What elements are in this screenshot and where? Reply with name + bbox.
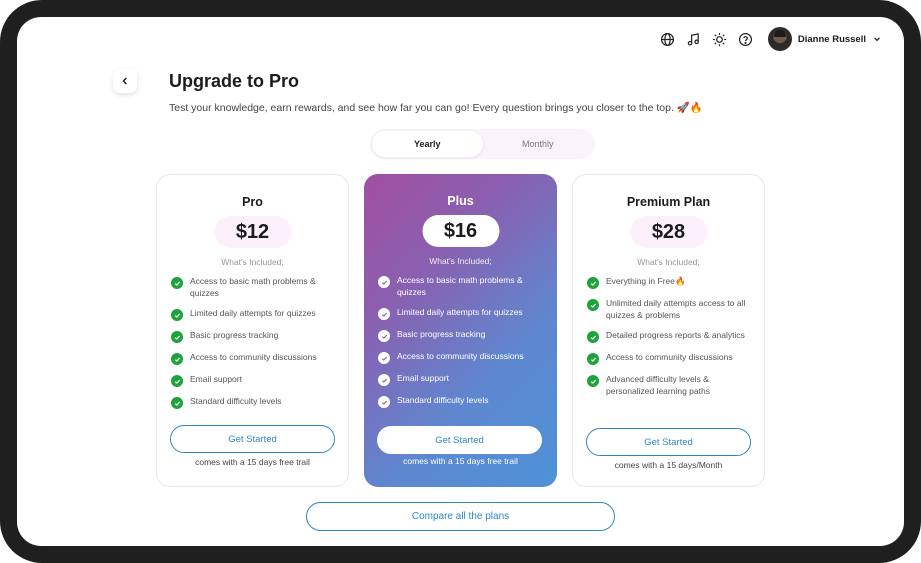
get-started-button[interactable]: Get Started	[170, 425, 335, 453]
page-title: Upgrade to Pro	[169, 71, 300, 91]
feature-list: Access to basic math problems & quizzes …	[378, 274, 549, 416]
feature-item: Access to basic math problems & quizzes	[378, 274, 549, 298]
included-label: What's Included;	[221, 257, 284, 267]
page-subtitle: Test your knowledge, earn rewards, and s…	[169, 102, 703, 114]
check-icon	[171, 331, 183, 343]
compare-plans-button[interactable]: Compare all the plans	[306, 502, 615, 531]
check-icon	[378, 352, 390, 364]
feature-item: Standard difficulty levels	[171, 395, 340, 409]
trial-note: comes with a 15 days free trail	[195, 457, 310, 467]
get-started-button[interactable]: Get Started	[377, 426, 542, 454]
check-icon	[171, 353, 183, 365]
feature-item: Access to community discussions	[378, 350, 549, 364]
feature-item: Unlimited daily attempts access to all q…	[587, 297, 756, 321]
chevron-left-icon	[122, 77, 127, 85]
sun-icon[interactable]	[712, 31, 728, 47]
plan-card-plus: Plus $16 What's Included; Access to basi…	[364, 174, 557, 487]
chevron-down-icon	[874, 37, 880, 42]
user-name: Dianne Russell	[797, 33, 866, 45]
feature-item: Access to community discussions	[171, 351, 340, 365]
plan-card-premium: Premium Plan $28 What's Included; Everyt…	[572, 174, 765, 487]
trial-note: comes with a 15 days/Month	[614, 460, 723, 470]
check-icon	[171, 375, 183, 387]
check-icon	[587, 299, 599, 311]
billing-toggle: Yearly Monthly	[370, 129, 595, 159]
top-bar: Dianne Russell	[660, 27, 882, 51]
feature-item: Email support	[378, 372, 549, 386]
plan-price: $12	[214, 216, 291, 248]
check-icon	[587, 353, 599, 365]
feature-item: Limited daily attempts for quizzes	[171, 307, 340, 321]
check-icon	[378, 276, 390, 288]
check-icon	[587, 331, 599, 343]
feature-item: Limited daily attempts for quizzes	[378, 306, 549, 320]
toggle-yearly[interactable]: Yearly	[372, 131, 483, 157]
feature-item: Access to community discussions	[587, 351, 756, 365]
plan-card-pro: Pro $12 What's Included; Access to basic…	[156, 174, 349, 487]
feature-list: Access to basic math problems & quizzes …	[171, 275, 340, 417]
feature-list: Everything in Free🔥 Unlimited daily atte…	[587, 275, 756, 405]
check-icon	[587, 277, 599, 289]
back-button[interactable]	[113, 69, 137, 93]
feature-item: Access to basic math problems & quizzes	[171, 275, 340, 299]
feature-item: Everything in Free🔥	[587, 275, 756, 289]
plan-name: Plus	[447, 194, 474, 208]
check-icon	[171, 277, 183, 289]
feature-item: Basic progress tracking	[171, 329, 340, 343]
feature-item: Basic progress tracking	[378, 328, 549, 342]
check-icon	[171, 309, 183, 321]
feature-item: Advanced difficulty levels & personalize…	[587, 373, 756, 397]
app-screen: Dianne Russell Upgrade to Pro Test your …	[17, 17, 904, 546]
included-label: What's Included;	[429, 256, 492, 266]
check-icon	[587, 375, 599, 387]
device-frame: Dianne Russell Upgrade to Pro Test your …	[0, 0, 921, 563]
user-menu[interactable]: Dianne Russell	[767, 27, 882, 51]
check-icon	[378, 374, 390, 386]
toggle-monthly[interactable]: Monthly	[483, 131, 594, 157]
check-icon	[171, 397, 183, 409]
feature-item: Email support	[171, 373, 340, 387]
feature-item: Detailed progress reports & analytics	[587, 329, 756, 343]
plan-price: $28	[630, 216, 707, 248]
plan-name: Pro	[242, 195, 263, 209]
check-icon	[378, 308, 390, 320]
plan-price: $16	[422, 215, 499, 247]
feature-item: Standard difficulty levels	[378, 394, 549, 408]
check-icon	[378, 330, 390, 342]
check-icon	[378, 396, 390, 408]
help-icon[interactable]	[738, 31, 754, 47]
included-label: What's Included;	[637, 257, 700, 267]
plan-name: Premium Plan	[626, 195, 711, 209]
globe-icon[interactable]	[660, 31, 676, 47]
get-started-button[interactable]: Get Started	[586, 428, 751, 456]
trial-note: comes with a 15 days free trail	[403, 456, 518, 466]
avatar	[767, 27, 792, 51]
music-icon[interactable]	[686, 31, 702, 47]
